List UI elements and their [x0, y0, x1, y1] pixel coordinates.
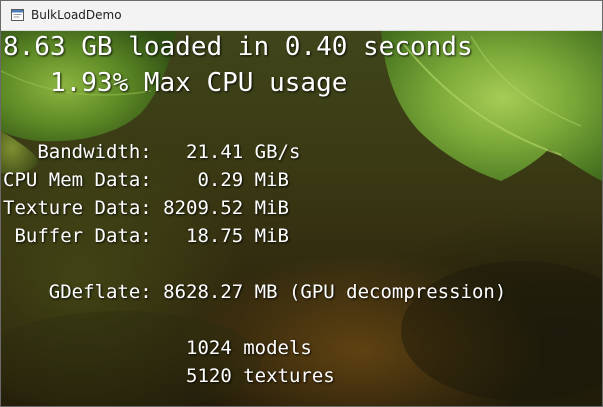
texture-data-stat: Texture Data: 8209.52 MiB: [3, 197, 289, 219]
textures-count: 5120 textures: [3, 365, 335, 387]
models-count: 1024 models: [3, 337, 312, 359]
window-app-icon: [11, 9, 24, 21]
bandwidth-stat: Bandwidth: 21.41 GB/s: [3, 141, 301, 163]
app-window: BulkLoadDemo 8.63 GB loaded in 0.40 seco…: [0, 0, 603, 407]
cpu-mem-data-stat: CPU Mem Data: 0.29 MiB: [3, 169, 289, 191]
window-title: BulkLoadDemo: [31, 8, 122, 22]
gdeflate-stat: GDeflate: 8628.27 MB (GPU decompression): [3, 281, 507, 303]
load-summary-headline: 8.63 GB loaded in 0.40 seconds: [3, 32, 473, 62]
render-viewport[interactable]: 8.63 GB loaded in 0.40 seconds 1.93% Max…: [1, 31, 602, 406]
max-cpu-usage: 1.93% Max CPU usage: [3, 68, 348, 98]
title-bar[interactable]: BulkLoadDemo: [1, 1, 602, 31]
buffer-data-stat: Buffer Data: 18.75 MiB: [3, 225, 289, 247]
